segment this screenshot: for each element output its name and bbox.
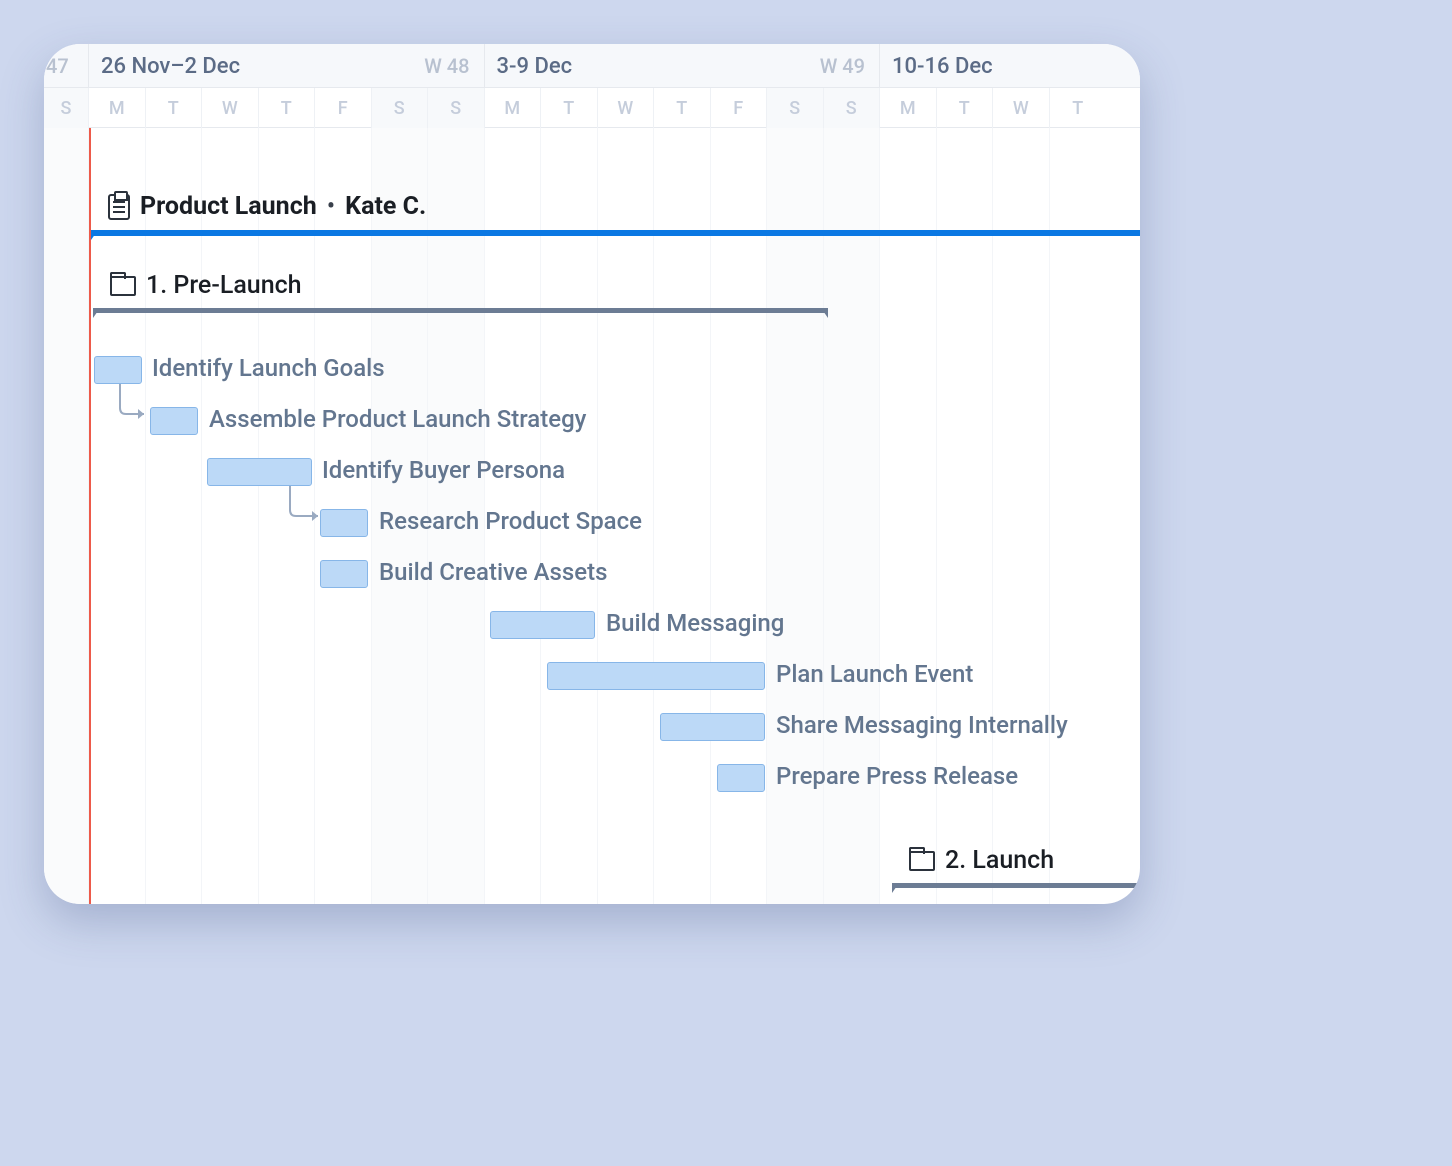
project-header-row[interactable]: Product Launch • Kate C. xyxy=(44,192,1140,232)
day-head-5[interactable]: F xyxy=(315,88,372,128)
week-range-0: 26 Nov–2 Dec xyxy=(101,54,240,79)
week-number-prev: 47 xyxy=(46,54,69,78)
task-label-8: Prepare Press Release xyxy=(776,762,1018,790)
day-head-8[interactable]: M xyxy=(485,88,542,128)
day-head-15[interactable]: M xyxy=(880,88,937,128)
separator-dot: • xyxy=(327,192,335,221)
folder-icon xyxy=(110,276,136,296)
week-col-1[interactable]: 3-9 Dec W 49 xyxy=(485,44,881,88)
group-name-0: 1. Pre-Launch xyxy=(146,271,302,300)
week-range-2: 10-16 Dec xyxy=(892,54,993,79)
gantt-rows: Product Launch • Kate C. 1. Pre-Launch I… xyxy=(44,128,1140,904)
day-head-18[interactable]: T xyxy=(1050,88,1107,128)
timeline-day-header: S M T W T F S S M T W T F S S M T W T xyxy=(44,88,1140,128)
group-name-1: 2. Launch xyxy=(945,846,1054,875)
project-bracket[interactable] xyxy=(92,230,1140,240)
day-head-16[interactable]: T xyxy=(937,88,994,128)
task-bar-5[interactable] xyxy=(490,611,595,639)
task-label-4: Build Creative Assets xyxy=(379,558,607,586)
task-bar-3[interactable] xyxy=(320,509,368,537)
day-head-13[interactable]: S xyxy=(767,88,824,128)
day-head-12[interactable]: F xyxy=(711,88,768,128)
week-number-1: W 49 xyxy=(820,54,865,78)
week-number-0: W 48 xyxy=(424,54,469,78)
day-head-3[interactable]: W xyxy=(202,88,259,128)
task-bar-6[interactable] xyxy=(547,662,765,690)
project-owner: Kate C. xyxy=(345,192,426,221)
day-head-14[interactable]: S xyxy=(824,88,881,128)
group-bracket-1[interactable] xyxy=(893,883,1140,893)
gantt-content[interactable]: Product Launch • Kate C. 1. Pre-Launch I… xyxy=(44,128,1140,904)
project-title: Product Launch xyxy=(140,192,317,221)
week-col-0[interactable]: 26 Nov–2 Dec W 48 xyxy=(89,44,485,88)
task-label-7: Share Messaging Internally xyxy=(776,711,1068,739)
day-head-9[interactable]: T xyxy=(541,88,598,128)
day-head-17[interactable]: W xyxy=(993,88,1050,128)
group-row-0[interactable]: 1. Pre-Launch xyxy=(110,271,302,300)
timeline-week-header: 47 26 Nov–2 Dec W 48 3-9 Dec W 49 10-16 … xyxy=(44,44,1140,88)
task-bar-0[interactable] xyxy=(94,356,142,384)
task-label-6: Plan Launch Event xyxy=(776,660,973,688)
task-label-2: Identify Buyer Persona xyxy=(322,456,565,484)
task-label-1: Assemble Product Launch Strategy xyxy=(209,405,586,433)
week-prev[interactable]: 47 xyxy=(44,44,89,88)
task-bar-1[interactable] xyxy=(150,407,198,435)
folder-icon xyxy=(909,851,935,871)
clipboard-icon xyxy=(108,194,130,220)
task-bar-2[interactable] xyxy=(207,458,312,486)
gantt-panel: 47 26 Nov–2 Dec W 48 3-9 Dec W 49 10-16 … xyxy=(44,44,1140,904)
week-range-1: 3-9 Dec xyxy=(497,54,573,79)
task-bar-4[interactable] xyxy=(320,560,368,588)
day-head-2[interactable]: T xyxy=(146,88,203,128)
group-bracket-0[interactable] xyxy=(94,308,827,318)
day-head-1[interactable]: M xyxy=(89,88,146,128)
day-head-11[interactable]: T xyxy=(654,88,711,128)
day-head-4[interactable]: T xyxy=(259,88,316,128)
group-row-1[interactable]: 2. Launch xyxy=(909,846,1054,875)
day-head-0[interactable]: S xyxy=(44,88,89,128)
task-label-0: Identify Launch Goals xyxy=(152,354,385,382)
day-head-7[interactable]: S xyxy=(428,88,485,128)
day-head-6[interactable]: S xyxy=(372,88,429,128)
task-label-3: Research Product Space xyxy=(379,507,642,535)
task-label-5: Build Messaging xyxy=(606,609,784,637)
week-col-2[interactable]: 10-16 Dec xyxy=(880,44,1140,88)
task-bar-7[interactable] xyxy=(660,713,765,741)
dependency-arrow-0 xyxy=(114,384,154,420)
task-bar-8[interactable] xyxy=(717,764,765,792)
day-head-10[interactable]: W xyxy=(598,88,655,128)
